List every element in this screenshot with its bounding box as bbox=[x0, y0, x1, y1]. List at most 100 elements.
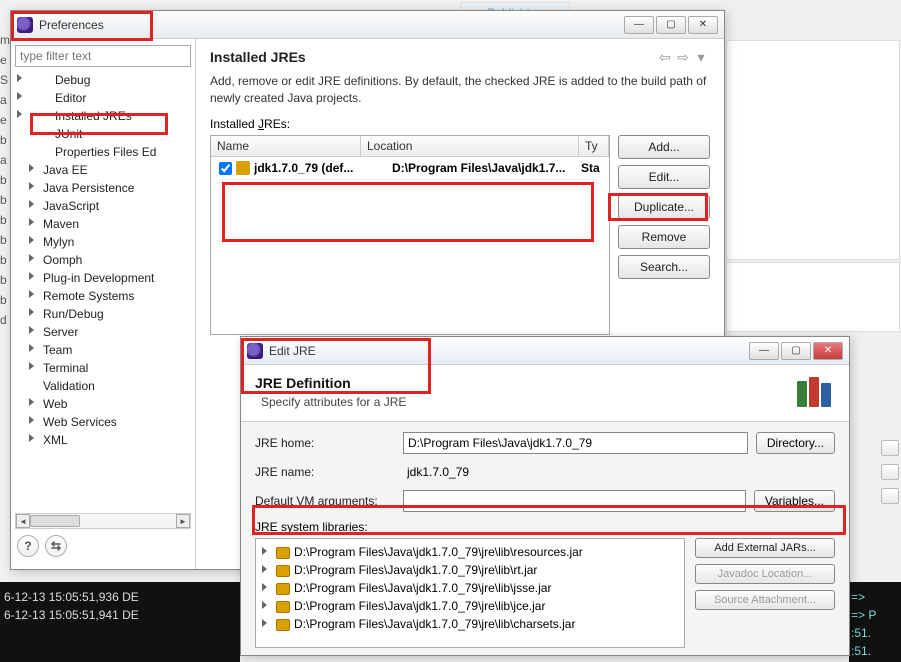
col-type[interactable]: Ty bbox=[579, 136, 609, 156]
tree-item-label: Terminal bbox=[43, 361, 88, 375]
maximize-button[interactable]: ▢ bbox=[656, 16, 686, 34]
variables-button[interactable]: Variables... bbox=[754, 490, 835, 512]
col-location[interactable]: Location bbox=[361, 136, 579, 156]
filter-input[interactable] bbox=[15, 45, 191, 67]
tree-item-maven[interactable]: Maven bbox=[15, 215, 191, 233]
console: 6-12-13 15:05:51,936 DE 6-12-13 15:05:51… bbox=[0, 582, 240, 662]
preferences-titlebar[interactable]: Preferences — ▢ ✕ bbox=[11, 11, 724, 39]
tree-item-junit[interactable]: JUnit bbox=[15, 125, 191, 143]
tree-item-terminal[interactable]: Terminal bbox=[15, 359, 191, 377]
menu-icon[interactable]: ▾ bbox=[692, 49, 710, 65]
tree-item-label: Maven bbox=[43, 217, 79, 231]
tree-scrollbar[interactable]: ◄ ► bbox=[15, 513, 191, 529]
tree-item-editor[interactable]: Editor bbox=[15, 89, 191, 107]
scroll-right-icon[interactable]: ► bbox=[176, 514, 190, 528]
lib-item[interactable]: D:\Program Files\Java\jdk1.7.0_79\jre\li… bbox=[260, 579, 680, 597]
tree-item-label: Run/Debug bbox=[43, 307, 104, 321]
expand-icon[interactable] bbox=[262, 619, 267, 627]
tree-item-web[interactable]: Web bbox=[15, 395, 191, 413]
expand-icon[interactable] bbox=[262, 547, 267, 555]
remove-button[interactable]: Remove bbox=[618, 225, 710, 249]
expand-icon[interactable] bbox=[29, 308, 34, 316]
lib-item[interactable]: D:\Program Files\Java\jdk1.7.0_79\jre\li… bbox=[260, 561, 680, 579]
tree-item-remote-systems[interactable]: Remote Systems bbox=[15, 287, 191, 305]
tree-item-java-ee[interactable]: Java EE bbox=[15, 161, 191, 179]
back-icon[interactable]: ⇦ bbox=[656, 49, 674, 65]
forward-icon[interactable]: ⇨ bbox=[674, 49, 692, 65]
preferences-title: Preferences bbox=[39, 18, 624, 32]
jre-row[interactable]: jdk1.7.0_79 (def... D:\Program Files\Jav… bbox=[211, 157, 609, 180]
col-name[interactable]: Name bbox=[211, 136, 361, 156]
tree-item-java-persistence[interactable]: Java Persistence bbox=[15, 179, 191, 197]
jre-checkbox[interactable] bbox=[219, 162, 232, 175]
source-attachment-button[interactable]: Source Attachment... bbox=[695, 590, 835, 610]
preference-tree[interactable]: DebugEditorInstalled JREsJUnitProperties… bbox=[15, 71, 191, 509]
expand-icon[interactable] bbox=[29, 254, 34, 262]
expand-icon[interactable] bbox=[17, 74, 22, 82]
edit-jre-titlebar[interactable]: Edit JRE — ▢ ✕ bbox=[241, 337, 849, 365]
minimize-button[interactable]: — bbox=[749, 342, 779, 360]
tree-item-mylyn[interactable]: Mylyn bbox=[15, 233, 191, 251]
tree-item-xml[interactable]: XML bbox=[15, 431, 191, 449]
expand-icon[interactable] bbox=[262, 601, 267, 609]
tree-item-debug[interactable]: Debug bbox=[15, 71, 191, 89]
expand-icon[interactable] bbox=[29, 164, 34, 172]
expand-icon[interactable] bbox=[29, 236, 34, 244]
scroll-left-icon[interactable]: ◄ bbox=[16, 514, 30, 528]
import-export-button[interactable]: ⇆ bbox=[45, 535, 67, 557]
expand-icon[interactable] bbox=[29, 416, 34, 424]
duplicate-button[interactable]: Duplicate... bbox=[618, 195, 710, 219]
mini-icon[interactable] bbox=[881, 488, 899, 504]
tree-item-installed-jres[interactable]: Installed JREs bbox=[15, 107, 191, 125]
scroll-thumb[interactable] bbox=[30, 515, 80, 527]
expand-icon[interactable] bbox=[17, 92, 22, 100]
tree-item-label: Web bbox=[43, 397, 67, 411]
expand-icon[interactable] bbox=[29, 182, 34, 190]
expand-icon[interactable] bbox=[262, 565, 267, 573]
jre-table[interactable]: Name Location Ty jdk1.7.0_79 (def... D:\… bbox=[210, 135, 610, 335]
expand-icon[interactable] bbox=[262, 583, 267, 591]
add-button[interactable]: Add... bbox=[618, 135, 710, 159]
maximize-button[interactable]: ▢ bbox=[781, 342, 811, 360]
close-button[interactable]: ✕ bbox=[688, 16, 718, 34]
expand-icon[interactable] bbox=[17, 110, 22, 118]
lib-item[interactable]: D:\Program Files\Java\jdk1.7.0_79\jre\li… bbox=[260, 615, 680, 633]
expand-icon[interactable] bbox=[29, 272, 34, 280]
tree-item-oomph[interactable]: Oomph bbox=[15, 251, 191, 269]
expand-icon[interactable] bbox=[29, 434, 34, 442]
jre-home-input[interactable] bbox=[403, 432, 748, 454]
jre-name-input[interactable] bbox=[403, 462, 835, 482]
tree-item-properties-files-ed[interactable]: Properties Files Ed bbox=[15, 143, 191, 161]
tree-item-run-debug[interactable]: Run/Debug bbox=[15, 305, 191, 323]
expand-icon[interactable] bbox=[29, 344, 34, 352]
expand-icon[interactable] bbox=[29, 290, 34, 298]
mini-icon[interactable] bbox=[881, 464, 899, 480]
tree-item-plug-in-development[interactable]: Plug-in Development bbox=[15, 269, 191, 287]
javadoc-location-button[interactable]: Javadoc Location... bbox=[695, 564, 835, 584]
help-button[interactable]: ? bbox=[17, 535, 39, 557]
syslib-label: JRE system libraries: bbox=[255, 520, 835, 534]
mini-icon[interactable] bbox=[881, 440, 899, 456]
add-external-jars-button[interactable]: Add External JARs... bbox=[695, 538, 835, 558]
vm-args-input[interactable] bbox=[403, 490, 746, 512]
jre-location: D:\Program Files\Java\jdk1.7... bbox=[392, 161, 581, 175]
expand-icon[interactable] bbox=[29, 200, 34, 208]
tree-item-team[interactable]: Team bbox=[15, 341, 191, 359]
syslib-tree[interactable]: D:\Program Files\Java\jdk1.7.0_79\jre\li… bbox=[255, 538, 685, 648]
edit-button[interactable]: Edit... bbox=[618, 165, 710, 189]
lib-item[interactable]: D:\Program Files\Java\jdk1.7.0_79\jre\li… bbox=[260, 597, 680, 615]
tree-item-validation[interactable]: Validation bbox=[15, 377, 191, 395]
tree-item-javascript[interactable]: JavaScript bbox=[15, 197, 191, 215]
minimize-button[interactable]: — bbox=[624, 16, 654, 34]
directory-button[interactable]: Directory... bbox=[756, 432, 835, 454]
search-button[interactable]: Search... bbox=[618, 255, 710, 279]
expand-icon[interactable] bbox=[29, 326, 34, 334]
tree-item-label: Remote Systems bbox=[43, 289, 134, 303]
tree-item-server[interactable]: Server bbox=[15, 323, 191, 341]
expand-icon[interactable] bbox=[29, 398, 34, 406]
tree-item-web-services[interactable]: Web Services bbox=[15, 413, 191, 431]
lib-item[interactable]: D:\Program Files\Java\jdk1.7.0_79\jre\li… bbox=[260, 543, 680, 561]
expand-icon[interactable] bbox=[29, 218, 34, 226]
expand-icon[interactable] bbox=[29, 362, 34, 370]
close-button[interactable]: ✕ bbox=[813, 342, 843, 360]
